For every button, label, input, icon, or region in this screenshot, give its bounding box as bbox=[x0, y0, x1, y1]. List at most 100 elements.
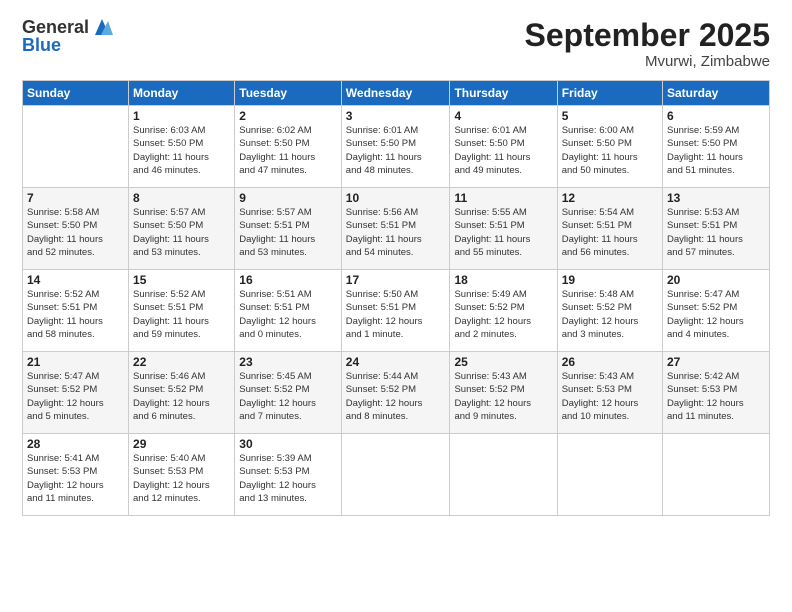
day-info-line: Sunrise: 6:01 AM bbox=[346, 124, 446, 137]
day-info-line: Sunrise: 6:01 AM bbox=[454, 124, 552, 137]
day-number: 10 bbox=[346, 191, 446, 205]
day-info-line: Daylight: 12 hours bbox=[562, 315, 658, 328]
day-info-line: Sunrise: 5:57 AM bbox=[239, 206, 337, 219]
day-info-line: Sunset: 5:52 PM bbox=[346, 383, 446, 396]
day-info-line: Sunset: 5:52 PM bbox=[27, 383, 124, 396]
day-info: Sunrise: 5:43 AMSunset: 5:52 PMDaylight:… bbox=[454, 370, 552, 423]
day-info-line: Daylight: 11 hours bbox=[239, 233, 337, 246]
day-info-line: and 13 minutes. bbox=[239, 492, 337, 505]
day-number: 15 bbox=[133, 273, 230, 287]
day-info: Sunrise: 5:43 AMSunset: 5:53 PMDaylight:… bbox=[562, 370, 658, 423]
day-info: Sunrise: 5:42 AMSunset: 5:53 PMDaylight:… bbox=[667, 370, 765, 423]
day-number: 12 bbox=[562, 191, 658, 205]
day-info: Sunrise: 5:57 AMSunset: 5:50 PMDaylight:… bbox=[133, 206, 230, 259]
day-info-line: Sunset: 5:53 PM bbox=[239, 465, 337, 478]
day-info-line: Sunrise: 6:02 AM bbox=[239, 124, 337, 137]
calendar-cell: 10Sunrise: 5:56 AMSunset: 5:51 PMDayligh… bbox=[341, 188, 450, 270]
day-info: Sunrise: 5:58 AMSunset: 5:50 PMDaylight:… bbox=[27, 206, 124, 259]
calendar-cell: 2Sunrise: 6:02 AMSunset: 5:50 PMDaylight… bbox=[235, 106, 342, 188]
calendar-cell: 22Sunrise: 5:46 AMSunset: 5:52 PMDayligh… bbox=[129, 352, 235, 434]
logo-icon bbox=[91, 17, 113, 37]
day-info-line: Daylight: 11 hours bbox=[239, 151, 337, 164]
day-info-line: Sunrise: 5:49 AM bbox=[454, 288, 552, 301]
calendar-cell bbox=[663, 434, 770, 516]
day-info-line: Daylight: 11 hours bbox=[562, 233, 658, 246]
calendar-cell: 13Sunrise: 5:53 AMSunset: 5:51 PMDayligh… bbox=[663, 188, 770, 270]
day-info-line: and 55 minutes. bbox=[454, 246, 552, 259]
calendar-cell bbox=[341, 434, 450, 516]
weekday-header-wednesday: Wednesday bbox=[341, 81, 450, 106]
day-info-line: Sunset: 5:51 PM bbox=[346, 219, 446, 232]
day-info-line: Sunset: 5:51 PM bbox=[133, 301, 230, 314]
day-info-line: Daylight: 12 hours bbox=[239, 479, 337, 492]
logo-blue-text: Blue bbox=[22, 36, 113, 56]
title-block: September 2025 Mvurwi, Zimbabwe bbox=[525, 18, 770, 70]
week-row-5: 28Sunrise: 5:41 AMSunset: 5:53 PMDayligh… bbox=[23, 434, 770, 516]
day-number: 6 bbox=[667, 109, 765, 123]
day-info-line: Daylight: 12 hours bbox=[667, 315, 765, 328]
day-info-line: Sunset: 5:50 PM bbox=[27, 219, 124, 232]
calendar-cell: 12Sunrise: 5:54 AMSunset: 5:51 PMDayligh… bbox=[557, 188, 662, 270]
day-info-line: Daylight: 12 hours bbox=[454, 315, 552, 328]
day-info: Sunrise: 5:44 AMSunset: 5:52 PMDaylight:… bbox=[346, 370, 446, 423]
day-info-line: and 53 minutes. bbox=[133, 246, 230, 259]
day-info: Sunrise: 6:00 AMSunset: 5:50 PMDaylight:… bbox=[562, 124, 658, 177]
day-info-line: and 11 minutes. bbox=[27, 492, 124, 505]
day-info-line: and 5 minutes. bbox=[27, 410, 124, 423]
day-info-line: and 4 minutes. bbox=[667, 328, 765, 341]
day-number: 26 bbox=[562, 355, 658, 369]
day-info-line: Sunrise: 5:56 AM bbox=[346, 206, 446, 219]
day-info: Sunrise: 5:45 AMSunset: 5:52 PMDaylight:… bbox=[239, 370, 337, 423]
calendar-cell bbox=[557, 434, 662, 516]
day-info-line: Sunrise: 5:52 AM bbox=[27, 288, 124, 301]
day-info-line: Sunrise: 5:51 AM bbox=[239, 288, 337, 301]
day-info-line: Sunset: 5:50 PM bbox=[562, 137, 658, 150]
day-info-line: Sunset: 5:51 PM bbox=[562, 219, 658, 232]
day-info: Sunrise: 5:59 AMSunset: 5:50 PMDaylight:… bbox=[667, 124, 765, 177]
calendar-cell: 18Sunrise: 5:49 AMSunset: 5:52 PMDayligh… bbox=[450, 270, 557, 352]
day-info-line: Sunset: 5:50 PM bbox=[133, 137, 230, 150]
day-info-line: Sunset: 5:51 PM bbox=[667, 219, 765, 232]
calendar-cell bbox=[450, 434, 557, 516]
day-info-line: Daylight: 12 hours bbox=[239, 315, 337, 328]
day-info-line: and 59 minutes. bbox=[133, 328, 230, 341]
day-info-line: Sunset: 5:50 PM bbox=[133, 219, 230, 232]
day-info: Sunrise: 6:03 AMSunset: 5:50 PMDaylight:… bbox=[133, 124, 230, 177]
day-info-line: Sunset: 5:53 PM bbox=[27, 465, 124, 478]
day-info-line: Sunset: 5:51 PM bbox=[454, 219, 552, 232]
day-info-line: and 56 minutes. bbox=[562, 246, 658, 259]
calendar-cell: 29Sunrise: 5:40 AMSunset: 5:53 PMDayligh… bbox=[129, 434, 235, 516]
day-info-line: Sunset: 5:50 PM bbox=[454, 137, 552, 150]
calendar-cell: 17Sunrise: 5:50 AMSunset: 5:51 PMDayligh… bbox=[341, 270, 450, 352]
day-number: 28 bbox=[27, 437, 124, 451]
day-info-line: Sunset: 5:53 PM bbox=[562, 383, 658, 396]
day-number: 2 bbox=[239, 109, 337, 123]
day-info-line: Sunrise: 5:47 AM bbox=[27, 370, 124, 383]
day-info: Sunrise: 5:57 AMSunset: 5:51 PMDaylight:… bbox=[239, 206, 337, 259]
calendar-cell: 7Sunrise: 5:58 AMSunset: 5:50 PMDaylight… bbox=[23, 188, 129, 270]
day-info-line: Daylight: 12 hours bbox=[239, 397, 337, 410]
day-number: 21 bbox=[27, 355, 124, 369]
day-info: Sunrise: 5:52 AMSunset: 5:51 PMDaylight:… bbox=[27, 288, 124, 341]
weekday-header-row: SundayMondayTuesdayWednesdayThursdayFrid… bbox=[23, 81, 770, 106]
calendar-cell: 16Sunrise: 5:51 AMSunset: 5:51 PMDayligh… bbox=[235, 270, 342, 352]
week-row-3: 14Sunrise: 5:52 AMSunset: 5:51 PMDayligh… bbox=[23, 270, 770, 352]
day-info-line: and 52 minutes. bbox=[27, 246, 124, 259]
day-number: 5 bbox=[562, 109, 658, 123]
page: General Blue September 2025 Mvurwi, Zimb… bbox=[0, 0, 792, 612]
day-info-line: and 50 minutes. bbox=[562, 164, 658, 177]
day-number: 27 bbox=[667, 355, 765, 369]
calendar-cell: 25Sunrise: 5:43 AMSunset: 5:52 PMDayligh… bbox=[450, 352, 557, 434]
day-info-line: Sunset: 5:53 PM bbox=[133, 465, 230, 478]
day-info-line: and 11 minutes. bbox=[667, 410, 765, 423]
calendar-table: SundayMondayTuesdayWednesdayThursdayFrid… bbox=[22, 80, 770, 516]
day-info-line: Daylight: 11 hours bbox=[667, 233, 765, 246]
day-info-line: Sunset: 5:50 PM bbox=[667, 137, 765, 150]
day-info: Sunrise: 5:53 AMSunset: 5:51 PMDaylight:… bbox=[667, 206, 765, 259]
day-info-line: Sunrise: 5:44 AM bbox=[346, 370, 446, 383]
calendar-cell: 9Sunrise: 5:57 AMSunset: 5:51 PMDaylight… bbox=[235, 188, 342, 270]
day-info: Sunrise: 5:41 AMSunset: 5:53 PMDaylight:… bbox=[27, 452, 124, 505]
weekday-header-thursday: Thursday bbox=[450, 81, 557, 106]
day-number: 25 bbox=[454, 355, 552, 369]
day-info-line: Daylight: 11 hours bbox=[27, 233, 124, 246]
